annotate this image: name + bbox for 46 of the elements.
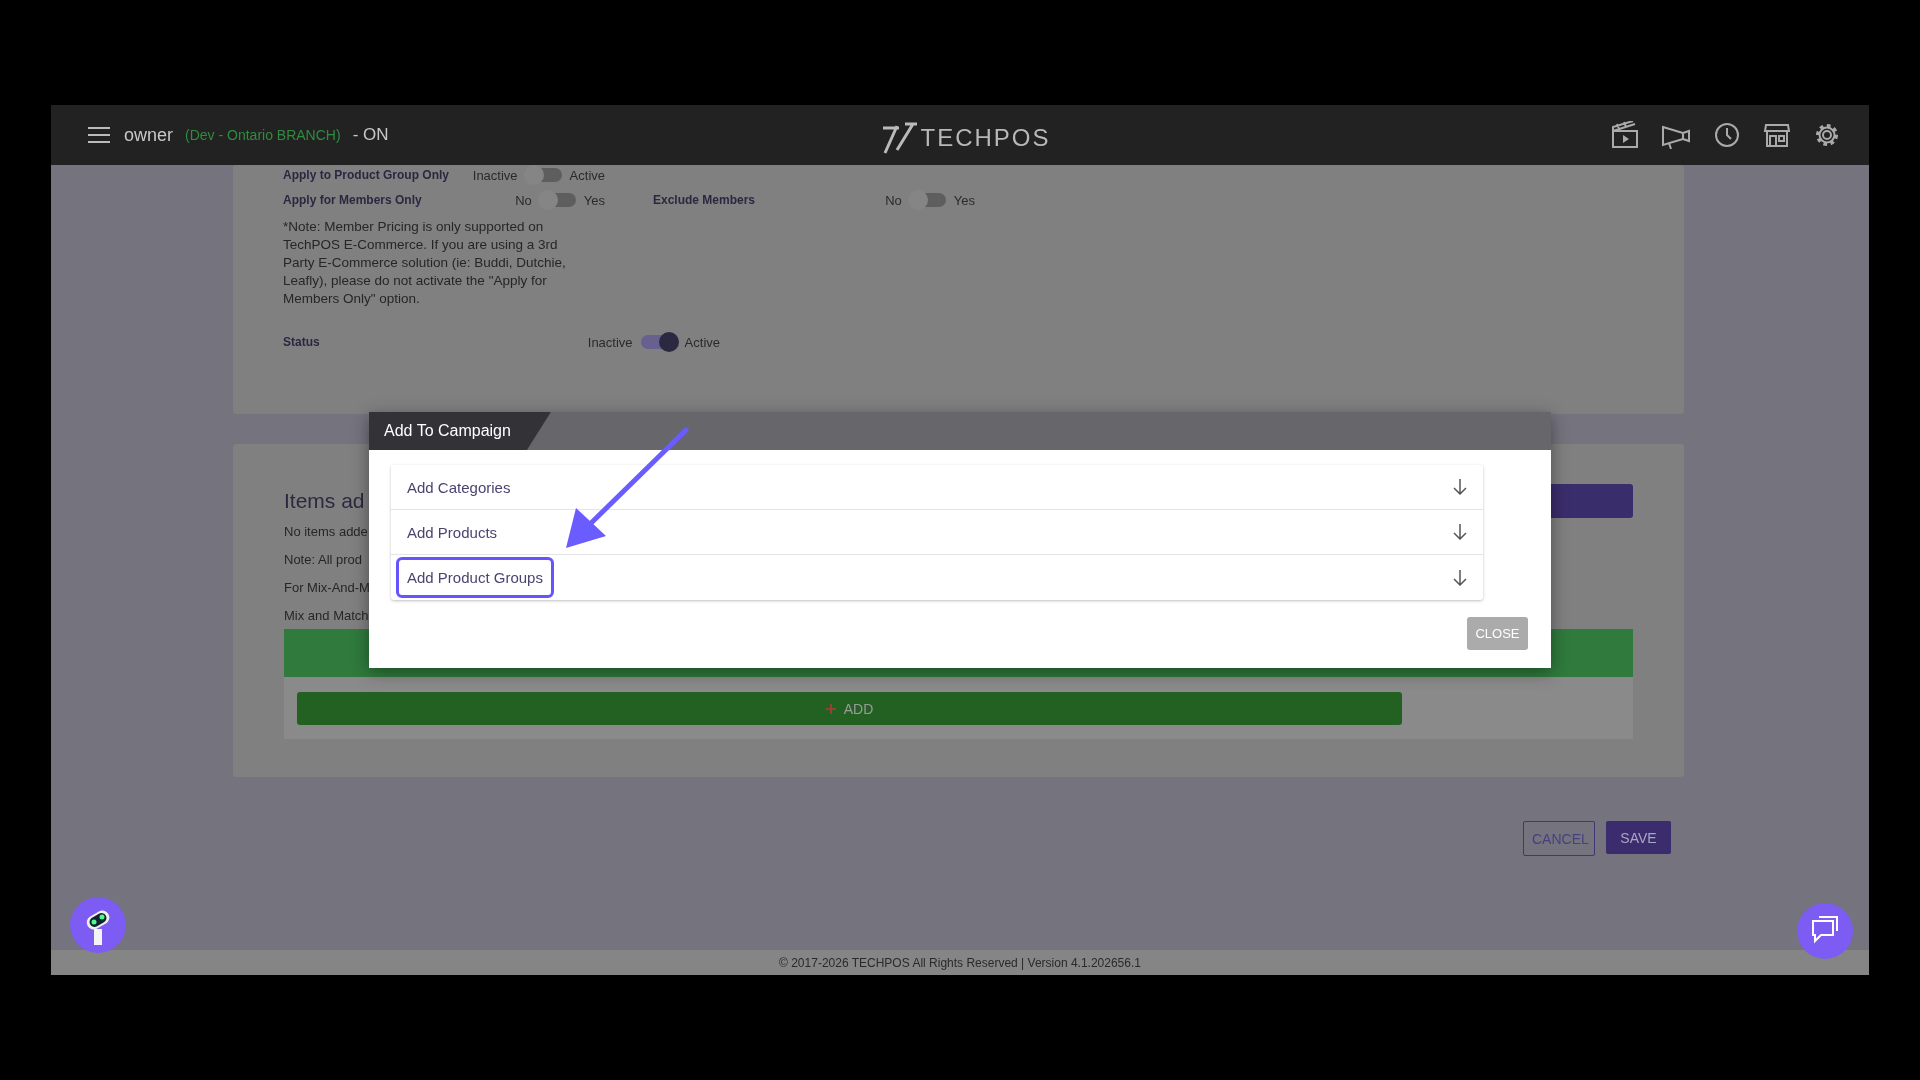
dialog-title: Add To Campaign [369,412,551,450]
toggle-label: No [885,192,902,208]
toggle-label: Inactive [472,167,518,183]
accordion-row[interactable]: Add Categories [391,465,1483,510]
down-arrow-icon [1453,569,1467,586]
info-text: Mix and Match [284,607,369,625]
toggle-label: Yes [953,192,975,208]
robot-assistant-icon[interactable] [70,897,126,953]
toggle-label: No [515,192,532,208]
info-text: For Mix-And-M [284,579,370,597]
toggle-label: Active [684,334,720,350]
status-text: - ON [352,125,389,145]
section-heading: Items ad [284,489,365,513]
toggle-switch[interactable] [640,335,677,349]
setting-label: Apply for Members Only [283,193,422,207]
note-text: *Note: Member Pricing is only supported on TechPOS E-Commerce. If you are using a 3rd Party E-Commerce solution (ie: Buddi, Dutchie, Leafly), please do not activate the "Apply for Members Only" option. [283,218,567,308]
toggle-label: Active [569,167,605,183]
down-arrow-icon [1453,479,1467,495]
add-button[interactable]: ADD [297,692,1402,725]
save-button[interactable]: SAVE [1606,821,1671,854]
toggle-switch[interactable] [525,168,562,182]
info-text: Note: All prod [284,551,363,569]
copyright-text: © 2017-2026 TECHPOS All Rights Reserved | Version 4.1.202656.1 [779,955,1141,970]
toggle-switch[interactable] [909,193,946,207]
settings-icon[interactable] [1813,121,1841,149]
menu-icon[interactable] [88,127,110,143]
down-arrow-icon [1453,524,1467,540]
film-clapper-icon[interactable] [1611,121,1639,149]
accordion-title: Add Products [406,522,499,543]
chat-icon[interactable] [1797,903,1853,959]
setting-label: Exclude Members [653,193,756,207]
clock-icon[interactable] [1713,121,1741,149]
user-name: owner [124,124,174,146]
branch-name: (Dev - Ontario BRANCH) [185,127,341,143]
logo: TECHPOS [878,120,1051,156]
toggle-label: Inactive [587,334,633,350]
setting-label: Apply to Product Group Only [283,168,449,182]
info-text: No items adde [284,523,368,541]
store-icon[interactable] [1763,121,1791,149]
accordion-row[interactable]: Add Product Groups [391,555,1483,600]
toggle-label: Yes [583,192,605,208]
setting-label: Status [283,335,320,349]
accordion-title: Add Product Groups [396,557,554,598]
accordion-title: Add Categories [406,477,512,498]
plus-icon [825,703,836,714]
toggle-switch[interactable] [539,193,576,207]
